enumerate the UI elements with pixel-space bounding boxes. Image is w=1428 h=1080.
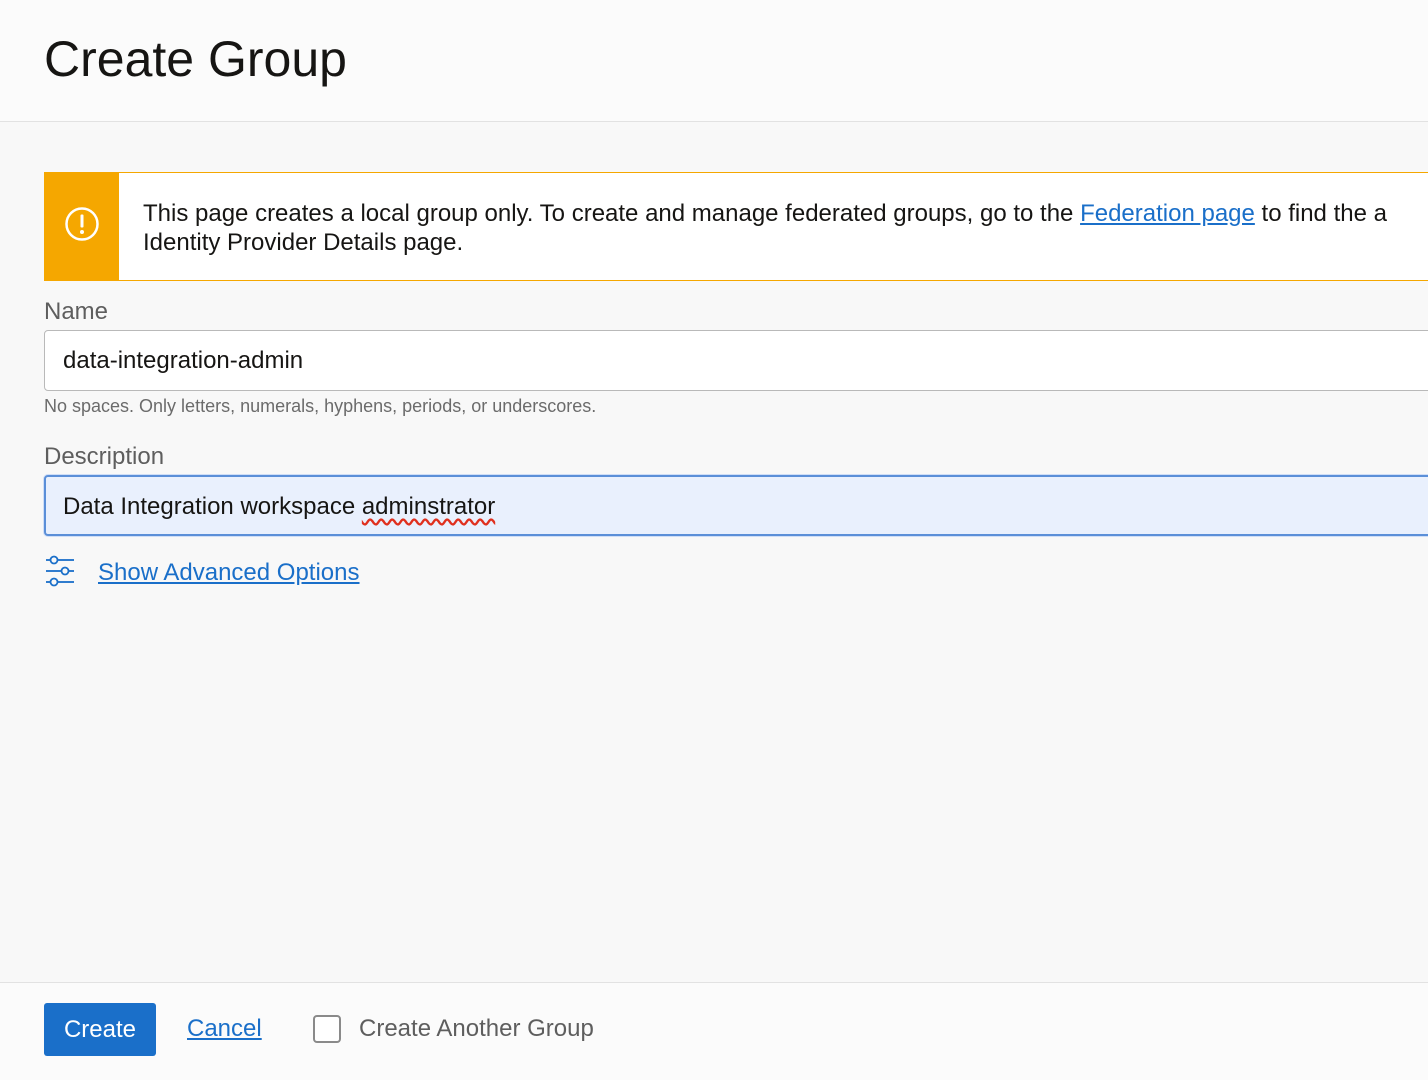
create-another-label: Create Another Group (359, 1015, 594, 1042)
page-title: Create Group (44, 31, 347, 87)
name-label: Name (44, 298, 109, 325)
description-label: Description (44, 443, 165, 470)
name-input[interactable] (44, 330, 1428, 391)
description-input[interactable] (44, 475, 1428, 536)
advanced-options-toggle[interactable]: Show Advanced Options (44, 554, 360, 593)
warning-circle-icon (64, 206, 100, 247)
form-footer: Create Cancel Create Another Group (0, 982, 1428, 1080)
create-another-option[interactable]: Create Another Group (313, 1015, 594, 1043)
alert-text-end: to find the a (1254, 200, 1387, 227)
sliders-icon (44, 554, 76, 593)
alert-text-line2: Identity Provider Details page. (143, 229, 464, 256)
federation-page-link[interactable]: Federation page (1080, 200, 1255, 227)
page-header: Create Group (0, 0, 1428, 122)
show-advanced-options-link[interactable]: Show Advanced Options (98, 559, 360, 587)
alert-text-start: This page creates a local group only. To… (143, 200, 1081, 227)
cancel-link[interactable]: Cancel (187, 1015, 262, 1043)
alert-message: This page creates a local group only. To… (143, 199, 1428, 257)
name-hint: No spaces. Only letters, numerals, hyphe… (44, 396, 597, 416)
create-another-checkbox[interactable] (313, 1015, 341, 1043)
alert-stripe (45, 173, 119, 280)
info-alert: This page creates a local group only. To… (44, 172, 1428, 281)
create-button[interactable]: Create (44, 1003, 156, 1056)
